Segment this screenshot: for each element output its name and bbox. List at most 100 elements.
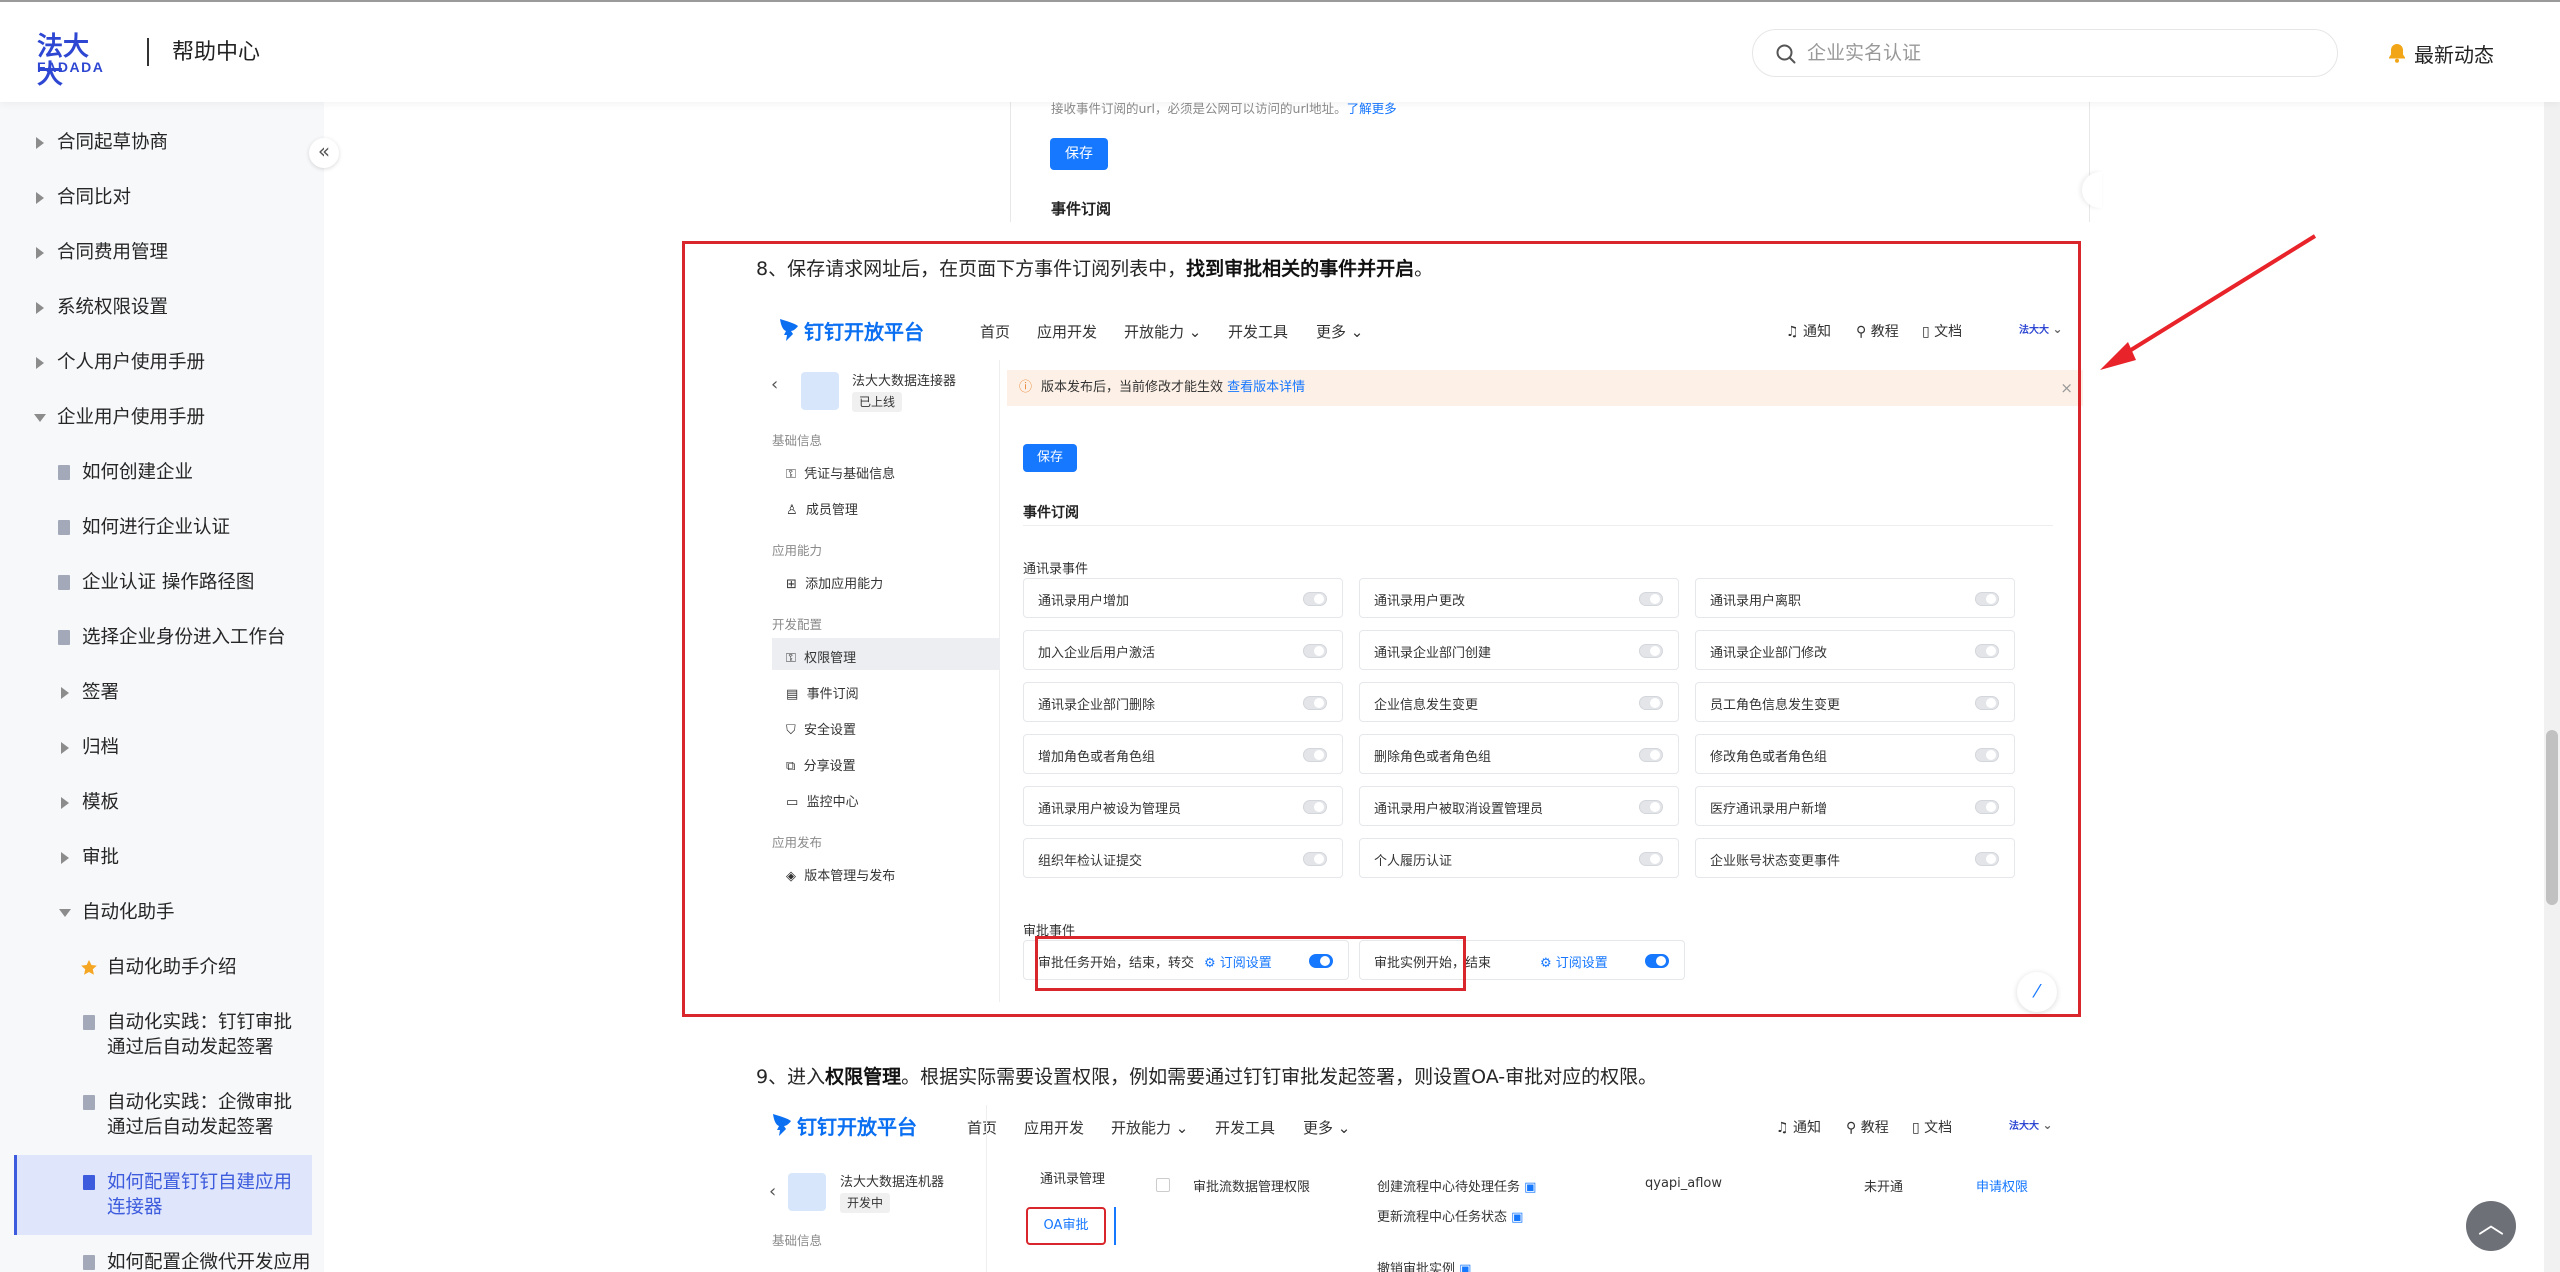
sidebar-item-label: 系统权限设置 xyxy=(57,297,169,318)
sidebar-item-create-enterprise[interactable]: 如何创建企业 xyxy=(0,460,324,486)
step-9-prefix: 9、进入 xyxy=(756,1066,826,1088)
dt2-nav-more[interactable]: 更多 ⌄ xyxy=(1303,1117,1350,1138)
apply-permission-link[interactable]: 申请权限 xyxy=(1976,1176,2028,1195)
chevron-down-icon: ⌄ xyxy=(1175,1119,1189,1137)
sidebar-item-enterprise-auth[interactable]: 如何进行企业认证 xyxy=(0,515,324,541)
dt2-tutorial-label: 教程 xyxy=(1860,1120,1889,1136)
star-icon xyxy=(81,960,97,975)
sidebar-item-approval[interactable]: 审批 xyxy=(0,845,324,871)
doc-link-icon[interactable]: ▣ xyxy=(1511,1210,1523,1225)
pin-icon: ⚲ xyxy=(1846,1120,1857,1136)
dt2-notify[interactable]: ♫ 通知 xyxy=(1776,1117,1821,1137)
save-button[interactable]: 保存 xyxy=(1050,138,1108,170)
sidebar-item-label: 合同费用管理 xyxy=(57,242,169,263)
caret-right-icon xyxy=(36,137,44,149)
sidebar-item-enterprise-manual[interactable]: 企业用户使用手册 xyxy=(0,405,324,431)
url-hint-text: 接收事件订阅的url，必须是公网可以访问的url地址。 xyxy=(1051,101,1347,116)
perm-name: 审批流数据管理权限 xyxy=(1193,1180,1311,1195)
sidebar-item-label: 自动化实践：钉钉审批通过后自动发起签署 xyxy=(107,1012,293,1058)
sidebar-item-dingtalk-practice[interactable]: 自动化实践：钉钉审批通过后自动发起签署 xyxy=(0,1010,324,1060)
sidebar-item-label: 如何配置钉钉自建应用连接器 xyxy=(107,1172,293,1218)
sidebar-item-select-identity[interactable]: 选择企业身份进入工作台 xyxy=(0,625,324,651)
article-content: 接收事件订阅的url，必须是公网可以访问的url地址。了解更多 保存 事件订阅 … xyxy=(324,0,2544,1272)
dingtalk-screenshot-2: 钉钉开放平台 首页 应用开发 开放能力 ⌄ 开发工具 更多 ⌄ ♫ 通知 ⚲ 教… xyxy=(756,1105,2091,1272)
sidebar-item-label: 企业认证 操作路径图 xyxy=(82,572,255,593)
sidebar-item-contract-drafting[interactable]: 合同起草协商 xyxy=(0,130,324,156)
perm-code: qyapi_aflow xyxy=(1645,1176,1723,1191)
sidebar-collapse-button[interactable]: « xyxy=(309,138,339,168)
sidebar-item-label: 个人用户使用手册 xyxy=(57,352,206,373)
sidebar-item-automation-intro[interactable]: 自动化助手介绍 xyxy=(0,955,324,981)
sidebar-item-automation[interactable]: 自动化助手 xyxy=(0,900,324,926)
dingtalk-logo-icon xyxy=(773,1114,791,1136)
search-box[interactable] xyxy=(1752,29,2338,77)
fadada-logo[interactable]: 法大大 FADADA xyxy=(37,32,113,88)
step-9-suffix: 。根据实际需要设置权限，例如需要通过钉钉审批发起签署，则设置OA-审批对应的权限… xyxy=(901,1066,1658,1088)
document-icon xyxy=(58,465,70,480)
dt2-brand-label: 法大大 xyxy=(2009,1121,2039,1132)
dt2-brand[interactable]: 法大大 ⌄ xyxy=(2009,1117,2053,1132)
dt2-docs[interactable]: ▯ 文档 xyxy=(1912,1117,1952,1137)
search-input[interactable] xyxy=(1807,38,2307,68)
back-icon[interactable]: ‹ xyxy=(769,1181,776,1202)
news-label: 最新动态 xyxy=(2414,42,2494,67)
step-9-text: 9、进入权限管理。根据实际需要设置权限，例如需要通过钉钉审批发起签署，则设置OA… xyxy=(756,1062,1657,1092)
doc-link-icon[interactable]: ▣ xyxy=(1524,1180,1536,1195)
sidebar-item-label: 审批 xyxy=(82,847,120,868)
sidebar-item-contract-fee[interactable]: 合同费用管理 xyxy=(0,240,324,266)
row-checkbox[interactable] xyxy=(1156,1178,1170,1192)
sidebar-item-template[interactable]: 模板 xyxy=(0,790,324,816)
sidebar-item-archive[interactable]: 归档 xyxy=(0,735,324,761)
sidebar-item-personal-manual[interactable]: 个人用户使用手册 xyxy=(0,350,324,376)
dt2-tutorial[interactable]: ⚲ 教程 xyxy=(1846,1117,1889,1137)
document-icon xyxy=(58,520,70,535)
highlight-box-outer xyxy=(682,241,2081,1017)
sidebar-item-wecom-practice[interactable]: 自动化实践：企微审批通过后自动发起签署 xyxy=(0,1090,324,1140)
learn-more-link[interactable]: 了解更多 xyxy=(1347,101,1397,116)
news-button[interactable]: 最新动态 xyxy=(2388,37,2494,69)
api-label: 撤销审批实例 xyxy=(1377,1262,1456,1272)
dt2-nav-app-dev[interactable]: 应用开发 xyxy=(1024,1117,1084,1138)
caret-right-icon xyxy=(36,192,44,204)
tab-address-book[interactable]: 通讯录管理 xyxy=(1040,1168,1105,1187)
side-section-basic: 基础信息 xyxy=(772,1233,823,1248)
api-revoke: 撤销审批实例 ▣ xyxy=(1377,1258,1471,1272)
perm-status: 未开通 xyxy=(1864,1180,1904,1195)
doc-link-icon[interactable]: ▣ xyxy=(1459,1262,1471,1272)
sidebar-item-label: 如何进行企业认证 xyxy=(82,517,231,538)
chevron-down-icon: ⌄ xyxy=(1337,1119,1351,1137)
help-center-title[interactable]: 帮助中心 xyxy=(172,38,260,68)
logo-en: FADADA xyxy=(37,59,105,75)
dingtalk-logo[interactable]: 钉钉开放平台 xyxy=(771,1111,917,1139)
tab-active-indicator xyxy=(1114,1207,1116,1245)
page-scrollbar[interactable] xyxy=(2544,0,2560,1272)
sidebar-item-dingtalk-connector[interactable]: 如何配置钉钉自建应用连接器 xyxy=(0,1170,324,1220)
caret-right-icon xyxy=(36,247,44,259)
document-icon xyxy=(83,1095,95,1110)
sidebar-item-label: 归档 xyxy=(82,737,120,758)
dt2-nav-open-label: 开放能力 xyxy=(1111,1119,1172,1137)
tab-oa-approval[interactable]: OA审批 xyxy=(1026,1207,1106,1245)
back-to-top-button[interactable]: ︿ xyxy=(2466,1201,2516,1251)
sidebar-item-auth-path[interactable]: 企业认证 操作路径图 xyxy=(0,570,324,596)
sidebar-item-label: 合同起草协商 xyxy=(57,132,169,153)
app-name: 法大大数据连机器 xyxy=(840,1175,945,1190)
chevron-down-icon: ⌄ xyxy=(2042,1118,2053,1132)
sidebar-item-wecom-app[interactable]: 如何配置企微代开发应用 xyxy=(0,1250,324,1272)
page-scrollbar-thumb[interactable] xyxy=(2546,730,2558,905)
search-icon xyxy=(1776,44,1796,64)
caret-right-icon xyxy=(36,302,44,314)
sidebar-item-label: 签署 xyxy=(82,682,120,703)
caret-down-icon xyxy=(34,414,46,422)
api-label: 更新流程中心任务状态 xyxy=(1377,1210,1508,1225)
dt2-nav-open[interactable]: 开放能力 ⌄ xyxy=(1111,1117,1188,1138)
dingtalk-logo-text: 钉钉开放平台 xyxy=(797,1114,917,1139)
sidebar-item-label: 选择企业身份进入工作台 xyxy=(82,627,286,648)
dt2-nav-home[interactable]: 首页 xyxy=(967,1117,997,1138)
sidebar-item-sign[interactable]: 签署 xyxy=(0,680,324,706)
dt2-nav-tools[interactable]: 开发工具 xyxy=(1215,1117,1275,1138)
app-status-badge: 开发中 xyxy=(840,1193,891,1213)
sidebar-item-contract-compare[interactable]: 合同比对 xyxy=(0,185,324,211)
sidebar-item-permissions[interactable]: 系统权限设置 xyxy=(0,295,324,321)
dt2-notify-label: 通知 xyxy=(1793,1120,1822,1136)
